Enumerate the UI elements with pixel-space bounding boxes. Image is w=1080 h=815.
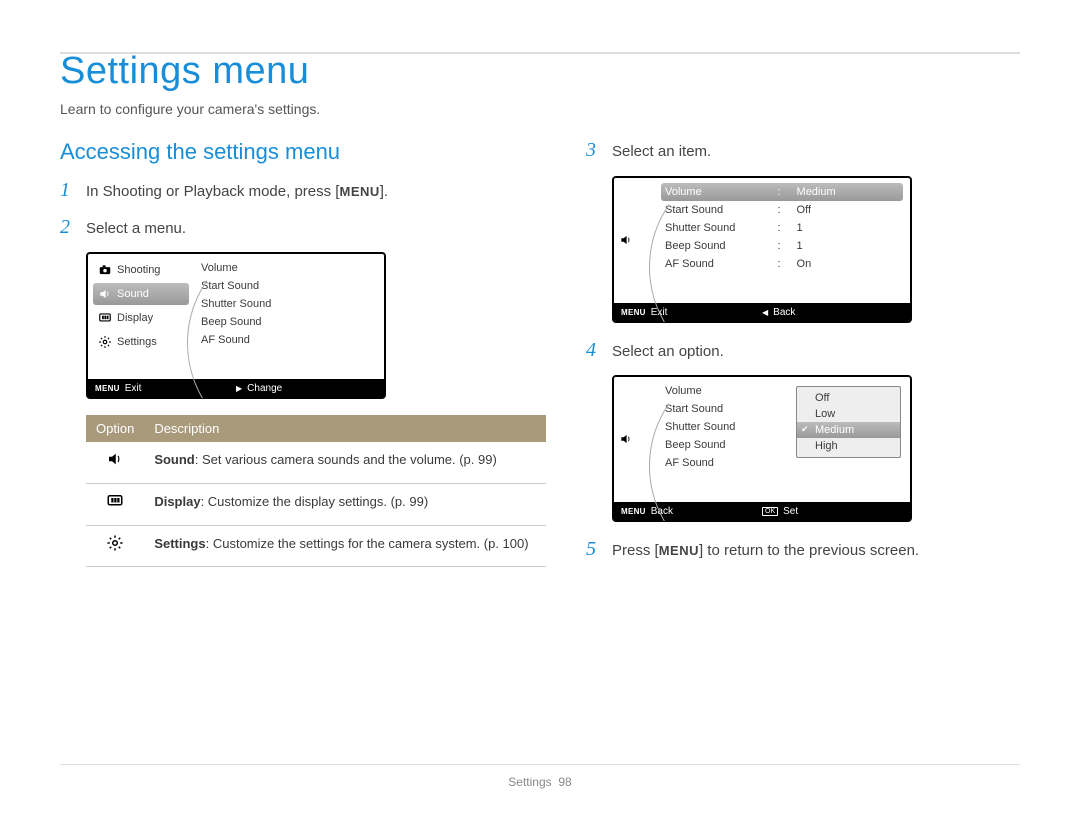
lcd-footer: MENU Exit ◀ Back <box>613 303 911 322</box>
menu-icon: MENU <box>621 308 646 317</box>
row-title: Display <box>154 494 200 509</box>
step-3-text: Select an item. <box>612 141 711 164</box>
step-2: 2 Select a menu. <box>60 216 546 241</box>
speaker-icon <box>619 233 633 247</box>
menu-tab-label: Display <box>117 312 153 324</box>
footer-page-number: 98 <box>558 775 571 789</box>
menu-icon: MENU <box>95 384 120 393</box>
option-item[interactable]: AF Sound:On <box>661 255 903 273</box>
menu-key-label: MENU <box>659 543 699 558</box>
row-desc: : Customize the settings for the camera … <box>206 536 529 551</box>
row-desc: : Set various camera sounds and the volu… <box>195 452 497 467</box>
lcd-footer: MENU Back OK Set <box>613 502 911 521</box>
option-value: Medium <box>791 186 899 198</box>
step-number: 5 <box>586 538 602 561</box>
speaker-icon <box>98 287 112 301</box>
display-icon <box>86 483 144 525</box>
step-4: 4 Select an option. <box>586 339 1020 364</box>
row-title: Sound <box>154 452 194 467</box>
left-arrow-icon: ◀ <box>762 308 768 317</box>
page-footer: Settings 98 <box>0 775 1080 789</box>
step-number: 3 <box>586 139 602 162</box>
option-value: Off <box>791 204 899 216</box>
right-arrow-icon: ▶ <box>236 384 242 393</box>
step-5-text-b: ] to return to the previous screen. <box>699 542 919 559</box>
step-number: 2 <box>60 216 76 239</box>
step-1-text-b: ]. <box>380 183 388 200</box>
option-item[interactable]: Beep Sound <box>197 313 377 331</box>
menu-tab-shooting[interactable]: Shooting <box>93 259 189 281</box>
step-2-text: Select a menu. <box>86 218 186 241</box>
footer-exit-label: Exit <box>651 307 668 318</box>
popup-option[interactable]: Low <box>797 406 900 422</box>
lcd-select-item: Volume:Medium Start Sound:Off Shutter So… <box>612 176 912 323</box>
volume-popup: Off Low Medium High <box>796 386 901 458</box>
camera-icon <box>98 263 112 277</box>
menu-tab-label: Settings <box>117 336 157 348</box>
display-icon <box>98 311 112 325</box>
step-5: 5 Press [MENU] to return to the previous… <box>586 538 1020 563</box>
step-number: 1 <box>60 179 76 202</box>
table-row: Sound: Set various camera sounds and the… <box>86 442 546 483</box>
popup-option[interactable]: Off <box>797 390 900 406</box>
step-number: 4 <box>586 339 602 362</box>
speaker-icon <box>619 432 633 446</box>
step-1-text-a: In Shooting or Playback mode, press [ <box>86 183 339 200</box>
menu-tab-display[interactable]: Display <box>93 307 189 329</box>
divider-bottom <box>60 764 1020 765</box>
footer-back-label: Back <box>651 506 673 517</box>
menu-tab-label: Sound <box>117 288 149 300</box>
row-desc: : Customize the display settings. (p. 99… <box>201 494 429 509</box>
left-column: Accessing the settings menu 1 In Shootin… <box>60 139 546 575</box>
option-item[interactable]: Volume:Medium <box>661 183 903 201</box>
page-subtitle: Learn to configure your camera's setting… <box>60 101 1020 117</box>
step-5-text-a: Press [ <box>612 542 659 559</box>
table-header-description: Description <box>144 415 546 442</box>
right-column: 3 Select an item. Volume:Medium Start So… <box>586 139 1020 575</box>
lcd-footer: MENU Exit ▶ Change <box>87 379 385 398</box>
footer-exit-label: Exit <box>125 383 142 394</box>
table-row: Settings: Customize the settings for the… <box>86 525 546 567</box>
lcd-select-option: Volume Start Sound Shutter Sound Beep So… <box>612 375 912 522</box>
option-item[interactable]: Shutter Sound <box>197 295 377 313</box>
page-title: Settings menu <box>60 50 1020 93</box>
section-heading: Accessing the settings menu <box>60 139 546 165</box>
lcd-select-menu: Shooting Sound Display Settings <box>86 252 386 399</box>
option-value: 1 <box>791 240 899 252</box>
option-value: On <box>791 258 899 270</box>
option-item[interactable]: AF Sound <box>197 331 377 349</box>
row-title: Settings <box>154 536 205 551</box>
gear-icon <box>86 525 144 567</box>
popup-option[interactable]: High <box>797 438 900 454</box>
divider-top <box>60 52 1020 54</box>
option-item[interactable]: Beep Sound:1 <box>661 237 903 255</box>
footer-back-label: Back <box>773 307 795 318</box>
menu-tab-label: Shooting <box>117 264 160 276</box>
option-item[interactable]: Start Sound <box>197 277 377 295</box>
footer-change-label: Change <box>247 383 282 394</box>
menu-key-label: MENU <box>339 184 379 199</box>
step-4-text: Select an option. <box>612 341 724 364</box>
step-3: 3 Select an item. <box>586 139 1020 164</box>
step-1: 1 In Shooting or Playback mode, press [M… <box>60 179 546 204</box>
popup-option-selected[interactable]: Medium <box>797 422 900 438</box>
footer-set-label: Set <box>783 506 798 517</box>
gear-icon <box>98 335 112 349</box>
option-item[interactable]: Volume <box>197 259 377 277</box>
ok-icon: OK <box>762 507 778 517</box>
menu-tab-settings[interactable]: Settings <box>93 331 189 353</box>
table-row: Display: Customize the display settings.… <box>86 483 546 525</box>
table-header-option: Option <box>86 415 144 442</box>
menu-icon: MENU <box>621 507 646 516</box>
speaker-icon <box>86 442 144 483</box>
option-item[interactable]: Start Sound:Off <box>661 201 903 219</box>
option-item[interactable]: Shutter Sound:1 <box>661 219 903 237</box>
options-description-table: Option Description Sound: Set various ca… <box>86 415 546 567</box>
menu-tab-sound[interactable]: Sound <box>93 283 189 305</box>
footer-section-label: Settings <box>508 775 551 789</box>
option-value: 1 <box>791 222 899 234</box>
